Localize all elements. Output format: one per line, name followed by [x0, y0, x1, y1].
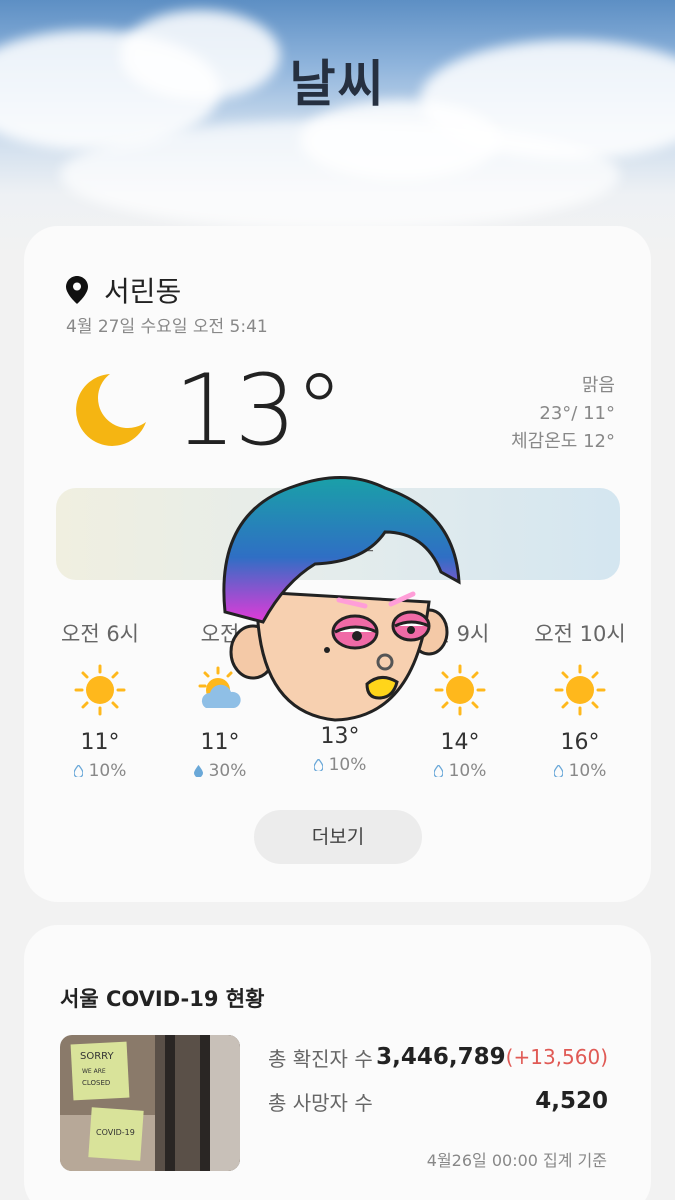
- rain-chance: 10%: [88, 761, 127, 781]
- hour-rain: 10%: [400, 761, 520, 781]
- photo-text-3: CLOSED: [82, 1079, 110, 1087]
- confirmed-label: 총 확진자 수: [268, 1046, 373, 1071]
- drop-icon: [553, 765, 563, 777]
- hourly-item: 오전 6시 11° 10%: [40, 618, 160, 781]
- deaths-value: 4,520: [535, 1088, 608, 1114]
- confirmed-value: 3,446,789: [376, 1044, 506, 1070]
- page-title: 날씨: [289, 55, 386, 113]
- rain-chance: 10%: [328, 755, 367, 775]
- covid-card[interactable]: 서울 COVID-19 현황 SORRY WE ARE CLOSED COVID…: [24, 925, 651, 1200]
- covid-title: 서울 COVID-19 현황: [60, 987, 265, 1011]
- current-temperature: 13°: [174, 354, 344, 468]
- hourly-item: 오전 10시 16° 10%: [520, 618, 640, 781]
- covid-closed-sign-image: SORRY WE ARE CLOSED COVID-19: [60, 1035, 240, 1171]
- condition-block: 맑음 23°/ 11° 체감온도 12°: [511, 372, 615, 456]
- hour-temp: 16°: [560, 730, 600, 755]
- more-button[interactable]: 더보기: [254, 810, 422, 864]
- covid-stats: 총 확진자 수 3,446,789(+13,560) 총 사망자 수 4,520: [268, 1035, 608, 1123]
- hour-temp: 11°: [200, 730, 240, 755]
- drop-icon: [313, 759, 323, 771]
- drop-icon: [193, 765, 203, 777]
- drop-icon: [73, 765, 83, 777]
- current-datetime: 4월 27일 수요일 오전 5:41: [66, 317, 268, 337]
- hour-rain: 10%: [40, 761, 160, 781]
- rain-chance: 30%: [208, 761, 247, 781]
- photo-text-1: SORRY: [80, 1051, 114, 1062]
- confirmed-delta: (+13,560): [505, 1045, 608, 1069]
- deaths-label: 총 사망자 수: [268, 1090, 373, 1115]
- hour-rain: 10%: [520, 761, 640, 781]
- drop-icon: [433, 765, 443, 777]
- feels-like-temp: 체감온도 12°: [511, 431, 615, 452]
- rain-chance: 10%: [448, 761, 487, 781]
- moon-icon: [76, 374, 146, 446]
- sun-icon: [74, 664, 126, 716]
- location-name: 서린동: [104, 275, 182, 308]
- location-row[interactable]: 서린동: [66, 270, 181, 310]
- hour-label: 오전 6시: [61, 622, 139, 646]
- confirmed-row: 총 확진자 수 3,446,789(+13,560): [268, 1035, 608, 1079]
- photo-text-2: WE ARE: [82, 1068, 106, 1075]
- cartoon-avatar-sticker: [222, 476, 461, 722]
- hour-label: 오전 10시: [534, 622, 626, 646]
- hour-temp: 14°: [440, 730, 480, 755]
- hour-rain: 30%: [160, 761, 280, 781]
- sky-header: [0, 0, 675, 260]
- hour-temp: 11°: [80, 730, 120, 755]
- photo-text-4: COVID-19: [96, 1128, 135, 1137]
- covid-note: 4월26일 00:00 집계 기준: [426, 1151, 607, 1170]
- deaths-row: 총 사망자 수 4,520: [268, 1079, 608, 1123]
- rain-chance: 10%: [568, 761, 607, 781]
- confirmed-value-group: 3,446,789(+13,560): [376, 1044, 608, 1070]
- condition-text: 맑음: [581, 375, 615, 396]
- high-low-temp: 23°/ 11°: [539, 403, 615, 424]
- hour-rain: 10%: [280, 755, 400, 775]
- location-pin-icon: [66, 276, 88, 304]
- sun-icon: [554, 664, 606, 716]
